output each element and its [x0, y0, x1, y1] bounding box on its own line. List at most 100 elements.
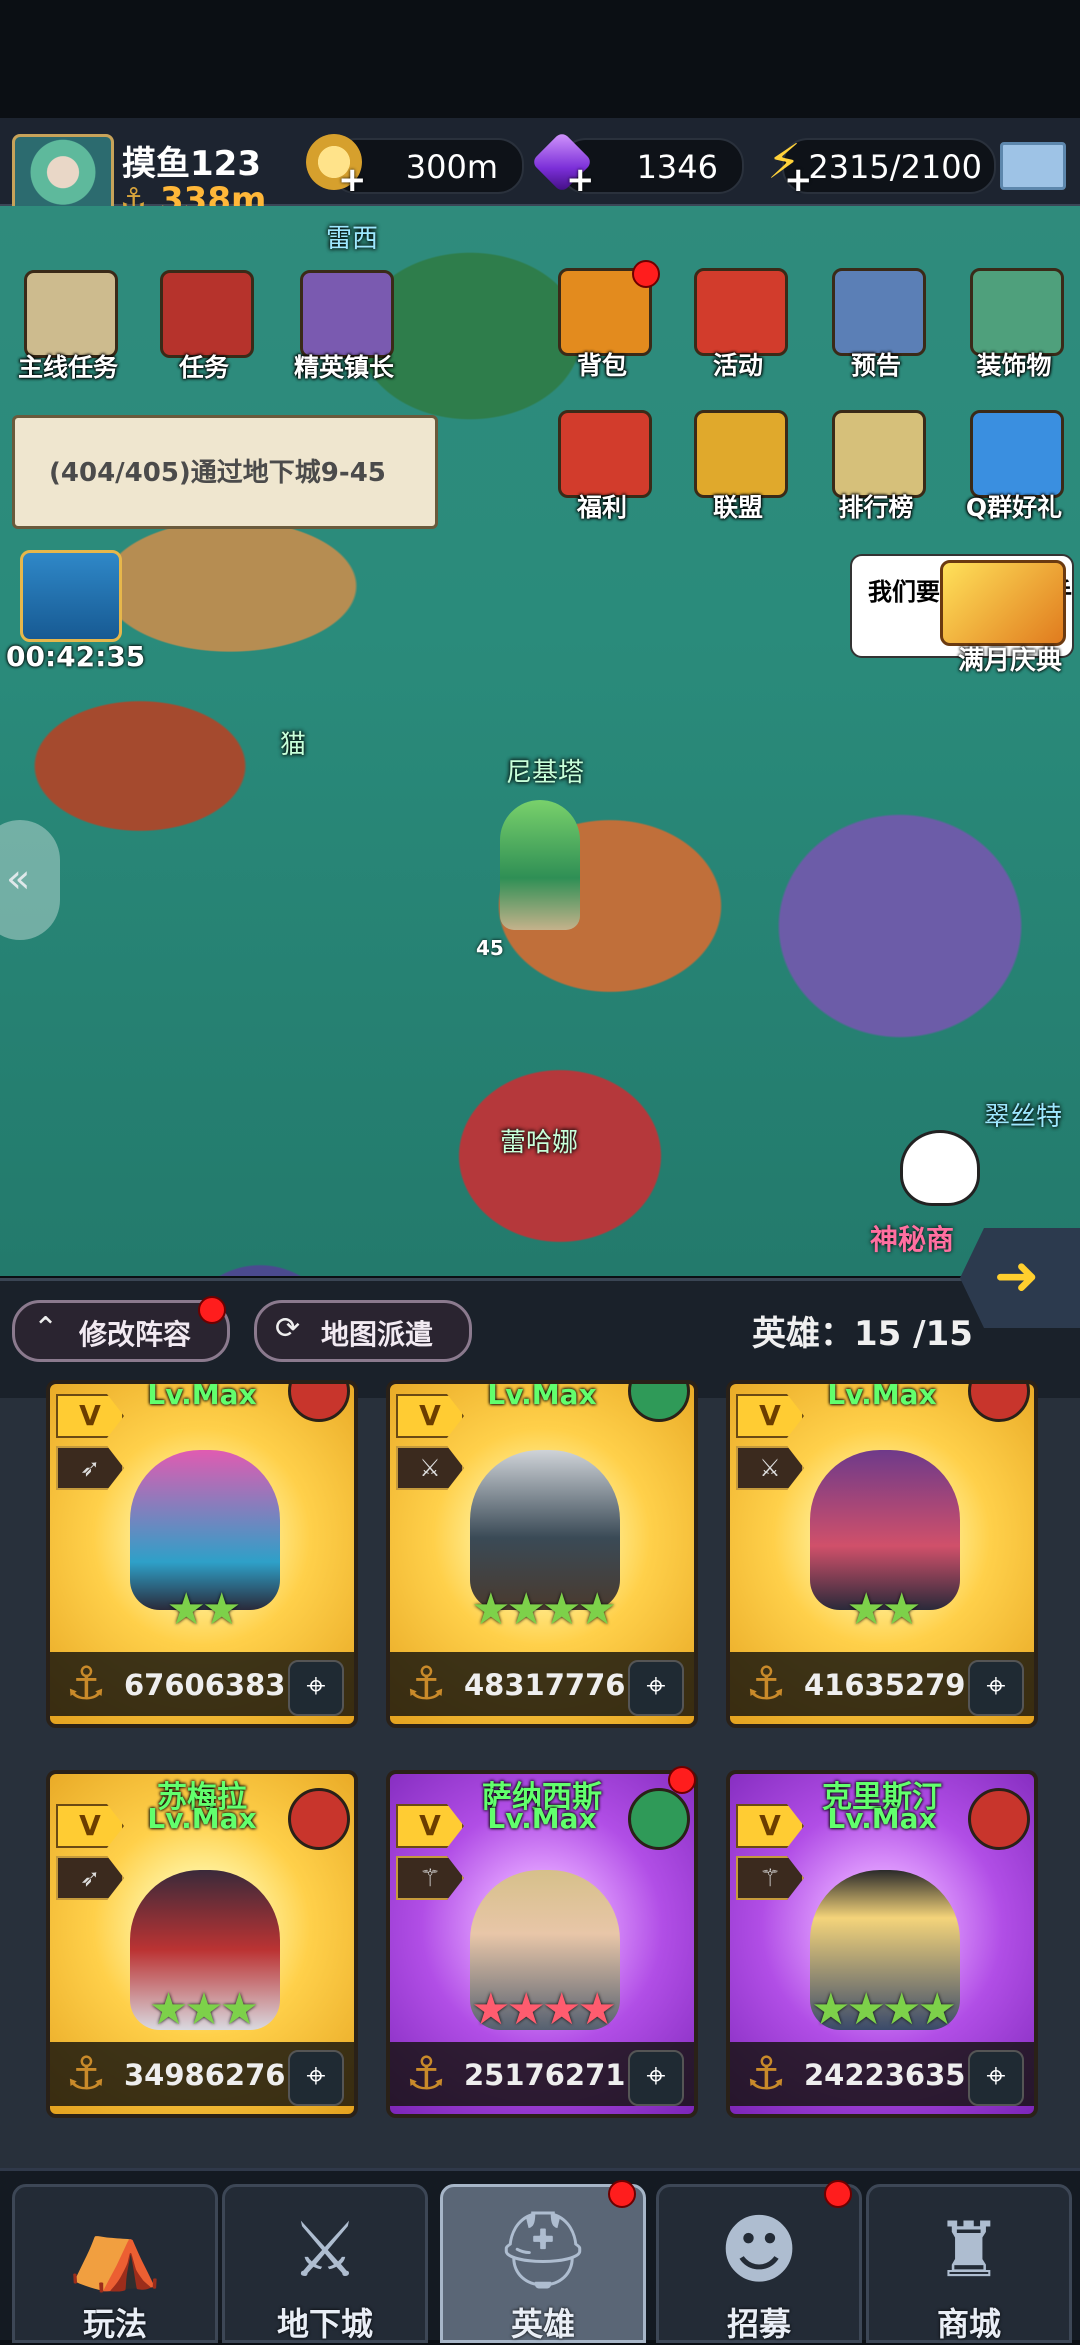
alliance-label: 联盟 [712, 493, 763, 522]
treasure-chest-icon[interactable] [20, 550, 122, 642]
backpack-notification-dot [632, 260, 660, 288]
sword-class-icon: ⚔ [396, 1446, 464, 1490]
locate-hero-button[interactable]: ⌖ [628, 1660, 684, 1716]
shop-castle-icon: ♜ [934, 2205, 1004, 2294]
location-pin-icon: ⌖ [306, 1666, 326, 1706]
map-label-mystic-shop[interactable]: 神秘商 [870, 1218, 954, 1258]
location-pin-icon: ⌖ [306, 2056, 326, 2096]
hero-stars: ★★★★ [471, 1584, 617, 1635]
tab-heroes[interactable]: ⛑ 英雄 [440, 2184, 646, 2343]
next-arrow-button[interactable]: ➜ [960, 1228, 1080, 1328]
hero-stars: ★★★★ [471, 1984, 617, 2035]
main-quest-tooltip[interactable]: (404/405)通过地下城9-45 [12, 415, 438, 529]
decorations-button[interactable]: 装饰物 [960, 268, 1068, 380]
open-book-icon [832, 268, 926, 356]
double-chevron-left-icon: « [6, 856, 31, 902]
decorations-label: 装饰物 [976, 351, 1052, 380]
hero-card[interactable]: 克里斯汀 Lv.Max V ⚚ ★★★★ ⚓ 24223635 ⌖ [726, 1770, 1038, 2118]
leaderboard-label: 排行榜 [838, 493, 914, 522]
hero-stars: ★★ [846, 1584, 922, 1635]
map-label-cuisite[interactable]: 翠丝特 [984, 1096, 1062, 1133]
anchor-icon: ⚓ [405, 1656, 447, 1710]
staff-class-icon: ⚚ [396, 1856, 464, 1900]
energy-resource: 2315/2100 [782, 138, 996, 194]
shield-icon [694, 268, 788, 356]
qq-group-gift-label: Q群好礼 [965, 493, 1063, 522]
add-gold-button[interactable]: + [338, 160, 367, 200]
alliance-button[interactable]: 联盟 [684, 410, 792, 522]
locate-hero-button[interactable]: ⌖ [288, 2050, 344, 2106]
add-energy-button[interactable]: + [784, 160, 813, 200]
map-dispatch-label: 地图派遣 [321, 1318, 434, 1351]
hero-card[interactable]: Lv.Max V ⚔ ★★ ⚓ 41635279 ⌖ [726, 1380, 1038, 1728]
play-icon: ⛺ [67, 2205, 163, 2294]
player-character-sprite[interactable] [500, 800, 580, 930]
map-dispatch-button[interactable]: ⟳ 地图派遣 [254, 1300, 472, 1362]
tab-shop[interactable]: ♜ 商城 [866, 2184, 1072, 2343]
locate-hero-button[interactable]: ⌖ [968, 2050, 1024, 2106]
mayor-icon [300, 270, 394, 358]
chat-gift-icon [970, 410, 1064, 498]
locate-hero-button[interactable]: ⌖ [288, 1660, 344, 1716]
welfare-button[interactable]: 福利 [548, 410, 656, 522]
heroes-tab-notification-dot [608, 2180, 636, 2208]
fire-element-icon [288, 1788, 350, 1850]
mystic-shop-bag-icon[interactable] [900, 1130, 980, 1206]
backpack-label: 背包 [576, 351, 627, 380]
map-scroll-left-button[interactable]: « [0, 820, 60, 940]
location-pin-icon: ⌖ [646, 1666, 666, 1706]
location-pin-icon: ⌖ [646, 2056, 666, 2096]
anchor-icon: ⚓ [745, 1656, 787, 1710]
hero-power: 34986276 [124, 2058, 286, 2092]
locate-hero-button[interactable]: ⌖ [968, 1660, 1024, 1716]
gold-value: 300m [405, 148, 498, 186]
tasks-button[interactable]: 任务 [150, 270, 258, 382]
preview-label: 预告 [850, 351, 901, 380]
main-quest-button[interactable]: 主线任务 [14, 270, 122, 382]
bow-class-icon: ➶ [56, 1446, 124, 1490]
arrow-right-icon: ➜ [994, 1244, 1040, 1307]
preview-button[interactable]: 预告 [822, 268, 930, 380]
map-label-nikita[interactable]: 尼基塔 [506, 752, 584, 789]
elite-mayor-label: 精英镇长 [293, 353, 394, 382]
anchor-icon: ⚓ [65, 1656, 107, 1710]
hero-power: 67606383 [124, 1668, 286, 1702]
anchor-icon: ⚓ [745, 2046, 787, 2100]
hero-power: 41635279 [804, 1668, 966, 1702]
flower-icon [970, 268, 1064, 356]
tab-dungeon[interactable]: ⚔ 地下城 [222, 2184, 428, 2343]
dispatch-icon: ⟳ [275, 1311, 301, 1346]
events-button[interactable]: 活动 [684, 268, 792, 380]
staff-class-icon: ⚚ [736, 1856, 804, 1900]
tab-dungeon-label: 地下城 [276, 2305, 373, 2343]
scroll-icon [24, 270, 118, 358]
map-label-leihana[interactable]: 蕾哈娜 [500, 1122, 578, 1159]
hero-card[interactable]: Lv.Max V ⚔ ★★★★ ⚓ 48317776 ⌖ [386, 1380, 698, 1728]
full-moon-event-label: 满月庆典 [958, 646, 1063, 676]
tab-recruit[interactable]: ☻ 招募 [656, 2184, 862, 2343]
hero-power: 25176271 [464, 2058, 626, 2092]
full-moon-event-icon[interactable] [940, 560, 1066, 646]
nature-element-icon [628, 1788, 690, 1850]
fire-element-icon [288, 1384, 350, 1422]
trophy-icon [832, 410, 926, 498]
hero-card[interactable]: 苏梅拉 Lv.Max V ➶ ★★★ ⚓ 34986276 ⌖ [46, 1770, 358, 2118]
mail-icon[interactable] [1000, 142, 1066, 190]
locate-hero-button[interactable]: ⌖ [628, 2050, 684, 2106]
fist-icon [694, 410, 788, 498]
add-gem-button[interactable]: + [566, 160, 595, 200]
tab-gameplay[interactable]: ⛺ 玩法 [12, 2184, 218, 2343]
gift-shield-icon [558, 410, 652, 498]
recruit-icon: ☻ [719, 2205, 799, 2294]
qq-group-gift-button[interactable]: Q群好礼 [960, 410, 1068, 522]
hero-card[interactable]: 萨纳西斯 Lv.Max V ⚚ ★★★★ ⚓ 25176271 ⌖ [386, 1770, 698, 2118]
player-name: 摸鱼123 [122, 144, 261, 184]
map-label-cat[interactable]: 猫 [280, 724, 306, 761]
anchor-icon: ⚓ [65, 2046, 107, 2100]
tasks-label: 任务 [178, 353, 229, 382]
hero-card[interactable]: Lv.Max V ➶ ★★ ⚓ 67606383 ⌖ [46, 1380, 358, 1728]
leaderboard-button[interactable]: 排行榜 [822, 410, 930, 522]
hero-stars: ★★ [166, 1584, 242, 1635]
edit-lineup-notification-dot [198, 1296, 226, 1324]
elite-mayor-button[interactable]: 精英镇长 [290, 270, 398, 382]
